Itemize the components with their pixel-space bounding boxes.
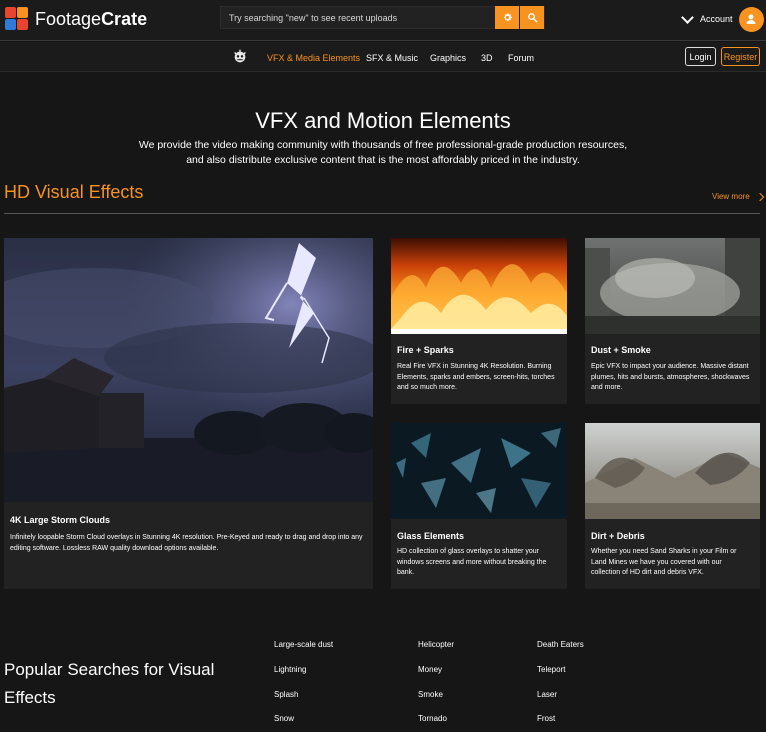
card-title: Glass Elements — [397, 531, 465, 541]
mascot-icon[interactable] — [232, 49, 248, 65]
card-description: Real Fire VFX in Stunning 4K Resolution.… — [397, 363, 555, 391]
account-menu[interactable]: Account — [680, 6, 764, 32]
card-title: Fire + Sparks — [397, 345, 454, 355]
card-description: Whether you need Sand Sharks in your Fil… — [591, 548, 737, 576]
card-title: 4K Large Storm Clouds — [10, 515, 111, 525]
section-title: HD Visual Effects — [4, 182, 144, 202]
chevron-right-icon — [755, 192, 764, 201]
view-more-link[interactable]: View more — [712, 192, 764, 201]
logo-icon — [5, 7, 29, 31]
search-bar — [220, 6, 545, 29]
nav-sfx-music[interactable]: SFX & Music — [366, 53, 418, 63]
hero-line-1: We provide the video making community wi… — [138, 139, 628, 151]
footagecrate-logo[interactable]: FootageCrate — [5, 6, 147, 32]
card-description: Infinitely loopable Storm Cloud overlays… — [10, 534, 363, 552]
popular-search-link[interactable]: Lightning — [274, 665, 306, 674]
login-button[interactable]: Login — [685, 47, 716, 66]
popular-search-link[interactable]: Large-scale dust — [274, 640, 333, 649]
popular-search-link[interactable]: Frost — [537, 714, 555, 723]
avatar[interactable] — [738, 6, 764, 32]
card-description: Epic VFX to impact your audience. Massiv… — [591, 363, 750, 391]
popular-search-link[interactable]: Teleport — [537, 665, 565, 674]
hero-subtitle: We provide the video making community wi… — [0, 138, 766, 168]
popular-search-link[interactable]: Money — [418, 665, 442, 674]
nav-forum[interactable]: Forum — [508, 53, 534, 63]
chevron-down-icon — [681, 10, 694, 24]
hero-line-2: and also distribute exclusive content th… — [186, 154, 580, 166]
card-fire-sparks[interactable]: Fire + Sparks Real Fire VFX in Stunning … — [391, 238, 567, 404]
search-input[interactable] — [221, 7, 494, 28]
search-settings-button[interactable] — [495, 6, 519, 29]
storm-clouds-thumbnail — [4, 238, 373, 502]
card-description: HD collection of glass overlays to shatt… — [397, 548, 547, 576]
card-title: Dirt + Debris — [591, 531, 645, 541]
popular-search-link[interactable]: Death Eaters — [537, 640, 584, 649]
nav-graphics[interactable]: Graphics — [430, 53, 466, 63]
popular-search-link[interactable]: Splash — [274, 690, 298, 699]
user-icon — [746, 14, 756, 24]
top-header: FootageCrate Account — [0, 0, 766, 41]
logo-text: FootageCrate — [35, 8, 148, 29]
card-dirt-debris[interactable]: Dirt + Debris Whether you need Sand Shar… — [585, 423, 760, 589]
popular-search-link[interactable]: Laser — [537, 690, 557, 699]
page-title: VFX and Motion Elements — [255, 108, 511, 133]
popular-search-link[interactable]: Tornado — [418, 714, 447, 723]
dirt-debris-thumbnail — [585, 423, 760, 519]
fire-sparks-thumbnail — [391, 238, 567, 329]
popular-search-link[interactable]: Smoke — [418, 690, 443, 699]
popular-searches-title: Popular Searches for Visual Effects — [4, 660, 215, 707]
search-button[interactable] — [520, 6, 544, 29]
section-divider — [4, 213, 760, 214]
nav-3d[interactable]: 3D — [481, 53, 493, 63]
search-icon — [527, 13, 537, 23]
dust-smoke-thumbnail — [585, 238, 760, 334]
view-more-label: View more — [712, 192, 750, 201]
gear-icon — [503, 13, 512, 22]
thumbnail-bar — [391, 329, 567, 334]
card-glass-elements[interactable]: Glass Elements HD collection of glass ov… — [391, 423, 567, 589]
account-label: Account — [700, 14, 733, 24]
popular-search-link[interactable]: Snow — [274, 714, 294, 723]
glass-elements-thumbnail — [391, 423, 567, 519]
nav-vfx-media[interactable]: VFX & Media Elements — [267, 53, 360, 63]
popular-search-link[interactable]: Helicopter — [418, 640, 454, 649]
register-button[interactable]: Register — [721, 47, 760, 66]
main-nav: VFX & Media Elements SFX & Music Graphic… — [0, 42, 766, 72]
card-title: Dust + Smoke — [591, 345, 651, 355]
card-storm-clouds[interactable]: 4K Large Storm Clouds Infinitely loopabl… — [4, 238, 373, 589]
card-dust-smoke[interactable]: Dust + Smoke Epic VFX to impact your aud… — [585, 238, 760, 404]
